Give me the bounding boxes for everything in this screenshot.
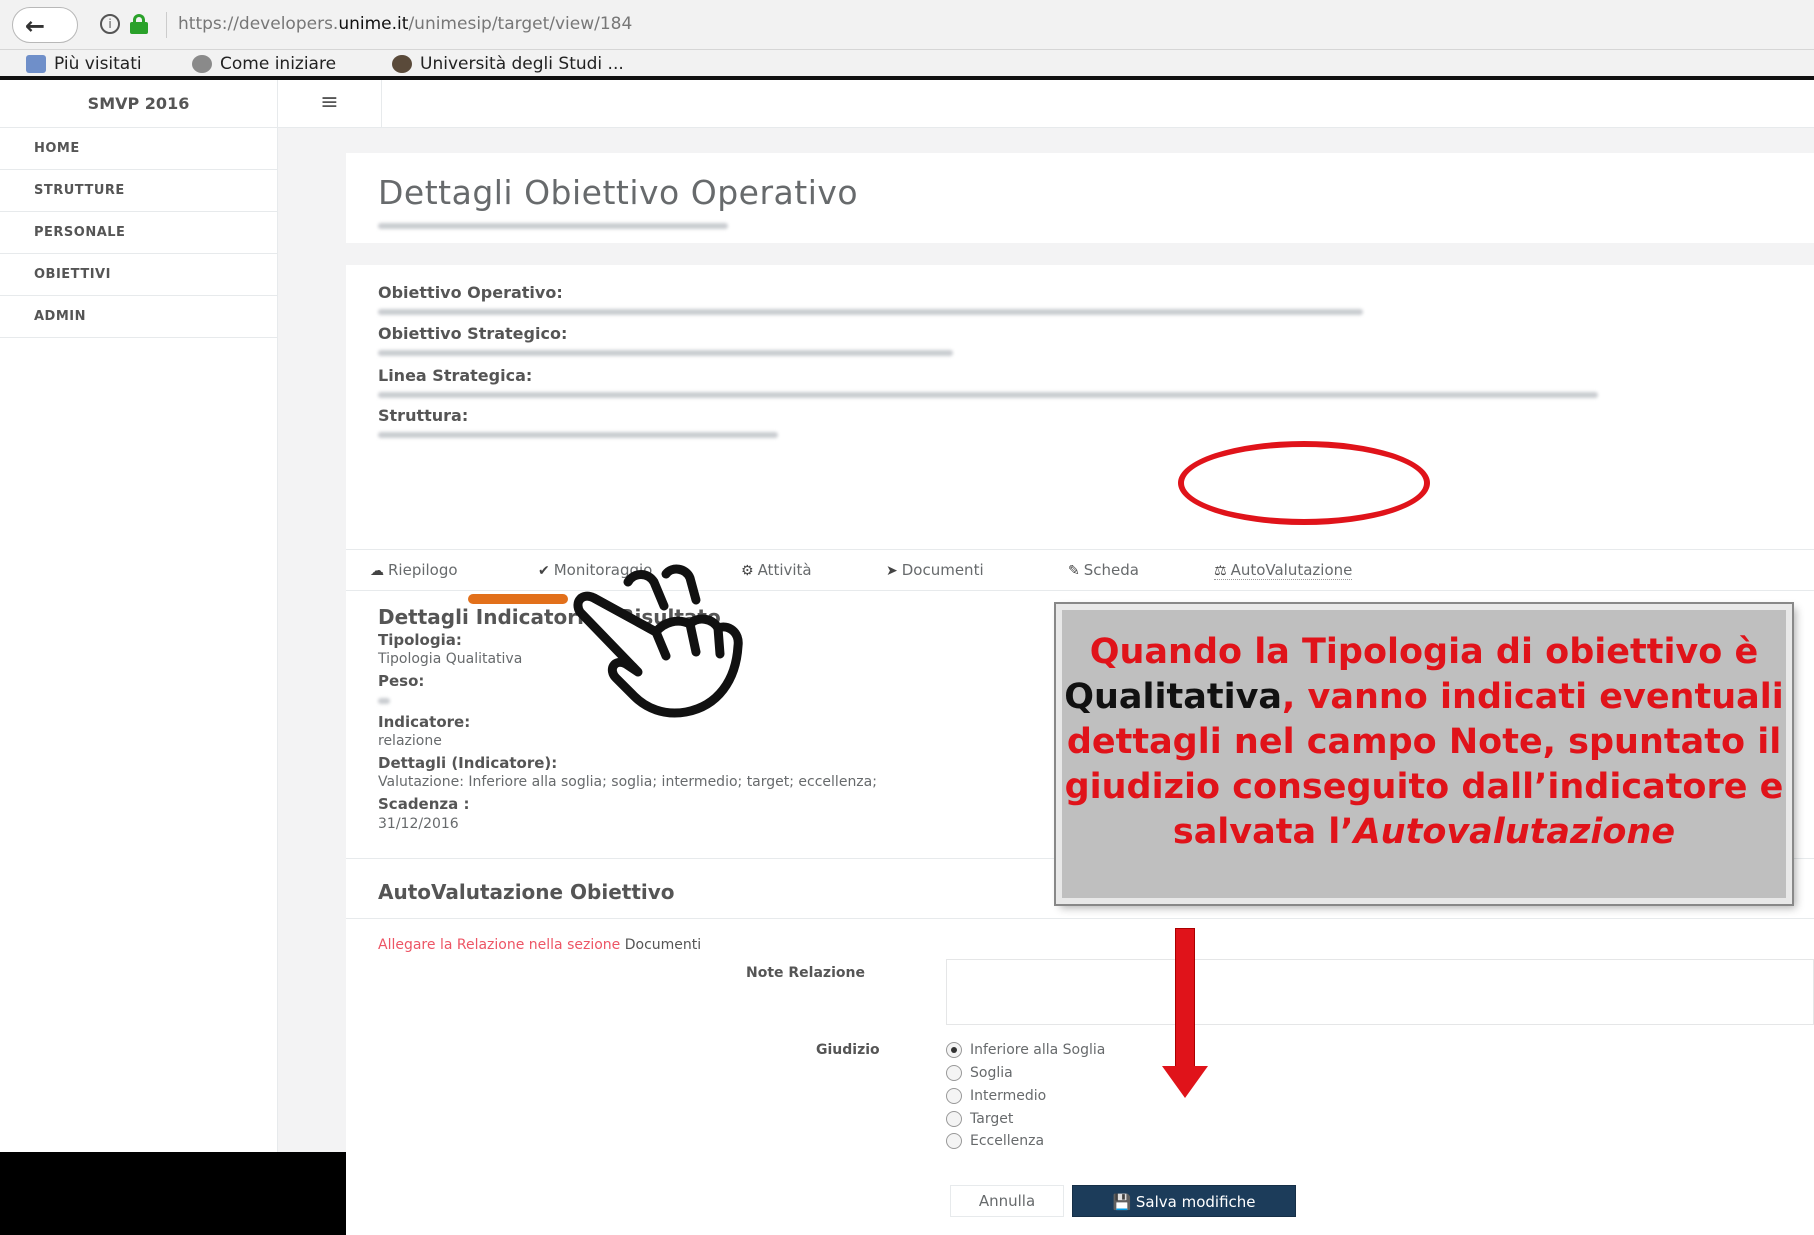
note-relazione-textarea[interactable]	[946, 959, 1814, 1025]
edit-icon: ✎	[1068, 563, 1080, 579]
bookmark-getting-started[interactable]: Come iniziare	[192, 54, 336, 74]
sidebar-item-obiettivi[interactable]: OBIETTIVI	[0, 254, 277, 296]
hamburger-menu-icon[interactable]: ≡	[278, 80, 382, 128]
floppy-disk-icon: 💾	[1112, 1193, 1132, 1211]
peso-value-blurred	[378, 698, 390, 704]
annotation-underline	[468, 594, 568, 604]
scadenza-value: 31/12/2016	[378, 816, 459, 832]
sidebar: SMVP 2016 HOME STRUTTURE PERSONALE OBIET…	[0, 80, 278, 1152]
check-icon: ✔	[538, 563, 550, 579]
annotation-callout: Quando la Tipologia di obiettivo è Qualit…	[1056, 604, 1792, 904]
radio-button[interactable]	[946, 1111, 962, 1127]
annotation-highlight-ellipse	[1178, 441, 1430, 525]
radio-button[interactable]	[946, 1133, 962, 1149]
obiettivo-operativo-value-blurred	[378, 309, 1363, 315]
browser-url-bar: ← i https://developers.unime.it/unimesip…	[0, 0, 1814, 50]
obiettivo-strategico-value-blurred	[378, 350, 953, 356]
url-path: /unimesip/target/view/184	[408, 14, 633, 34]
breadcrumb-blurred	[378, 223, 728, 229]
callout-text: Quando la Tipologia di obiettivo è Qualit…	[1064, 632, 1784, 852]
info-icon[interactable]: i	[100, 14, 120, 34]
tab-documenti[interactable]: ➤ Documenti	[886, 561, 984, 579]
url-prefix: https://developers.	[178, 14, 339, 34]
radio-button[interactable]	[946, 1065, 962, 1081]
bookmarks-bar: Più visitati Come iniziare Università de…	[0, 50, 1814, 78]
indicatore-label: Indicatore:	[378, 713, 471, 731]
tab-autovalutazione[interactable]: ⚖ AutoValutazione	[1214, 561, 1353, 580]
struttura-label: Struttura:	[378, 406, 469, 425]
cloud-icon: ☁	[370, 563, 384, 579]
globe-icon	[192, 55, 212, 73]
page-title: Dettagli Obiettivo Operativo	[378, 173, 859, 212]
autovalutazione-title: AutoValutazione Obiettivo	[378, 880, 675, 904]
sidebar-item-strutture[interactable]: STRUTTURE	[0, 170, 277, 212]
struttura-value-blurred	[378, 432, 778, 438]
documenti-link[interactable]: Documenti	[625, 937, 701, 953]
screenshot-frame: ← i https://developers.unime.it/unimesip…	[0, 0, 1814, 1235]
bookmark-most-visited[interactable]: Più visitati	[26, 54, 142, 74]
radio-soglia[interactable]: Soglia	[946, 1065, 1013, 1081]
linea-strategica-label: Linea Strategica:	[378, 366, 533, 385]
cancel-button[interactable]: Annulla	[950, 1185, 1064, 1217]
radio-target[interactable]: Target	[946, 1111, 1013, 1127]
dettagli-label: Dettagli (Indicatore):	[378, 754, 558, 772]
scadenza-label: Scadenza :	[378, 795, 470, 813]
page-header: Dettagli Obiettivo Operativo	[346, 153, 1814, 243]
attach-note: Allegare la Relazione nella sezione Docu…	[378, 937, 702, 953]
sidebar-item-home[interactable]: HOME	[0, 128, 277, 170]
linea-strategica-value-blurred	[378, 392, 1598, 398]
annotation-arrow	[1175, 928, 1195, 1068]
save-button[interactable]: 💾 Salva modifiche	[1072, 1185, 1296, 1217]
url-field[interactable]: https://developers.unime.it/unimesip/tar…	[178, 14, 632, 34]
tipologia-label: Tipologia:	[378, 631, 462, 649]
send-icon: ➤	[886, 563, 898, 579]
tab-scheda[interactable]: ✎ Scheda	[1068, 561, 1139, 579]
giudizio-label: Giudizio	[816, 1042, 880, 1058]
brand-logo[interactable]: SMVP 2016	[0, 80, 277, 128]
obiettivo-operativo-label: Obiettivo Operativo:	[378, 283, 563, 302]
university-seal-icon	[392, 55, 412, 73]
radio-eccellenza[interactable]: Eccellenza	[946, 1133, 1044, 1149]
url-domain: unime.it	[338, 14, 409, 34]
section-divider	[346, 918, 1814, 919]
peso-label: Peso:	[378, 672, 425, 690]
indicatore-value: relazione	[378, 733, 442, 749]
note-relazione-label: Note Relazione	[746, 965, 865, 981]
radio-inferiore-soglia[interactable]: Inferiore alla Soglia	[946, 1042, 1105, 1058]
sidebar-item-personale[interactable]: PERSONALE	[0, 212, 277, 254]
lock-icon[interactable]	[130, 14, 148, 34]
bookmark-university[interactable]: Università degli Studi ...	[392, 54, 624, 74]
dettagli-value: Valutazione: Inferiore alla soglia; sogl…	[378, 774, 877, 790]
tipologia-value: Tipologia Qualitativa	[378, 651, 523, 667]
pointing-hand-icon	[573, 564, 743, 718]
tab-riepilogo[interactable]: ☁ Riepilogo	[370, 561, 458, 579]
radio-button[interactable]	[946, 1042, 962, 1058]
balance-scale-icon: ⚖	[1214, 563, 1227, 579]
radio-intermedio[interactable]: Intermedio	[946, 1088, 1046, 1104]
back-button[interactable]: ←	[12, 7, 78, 43]
tab-bar: ☁ Riepilogo ✔ Monitoraggio ⚙ Attività ➤ Docu…	[346, 549, 1814, 591]
annotation-arrow-head	[1162, 1066, 1208, 1098]
tab-attivita[interactable]: ⚙ Attività	[741, 561, 812, 579]
back-arrow-icon: ←	[25, 12, 46, 40]
url-separator	[166, 12, 167, 38]
obiettivo-strategico-label: Obiettivo Strategico:	[378, 324, 568, 343]
bookmark-folder-icon	[26, 55, 46, 73]
sidebar-item-admin[interactable]: ADMIN	[0, 296, 277, 338]
radio-button[interactable]	[946, 1088, 962, 1104]
top-navbar: ≡	[278, 80, 1814, 128]
